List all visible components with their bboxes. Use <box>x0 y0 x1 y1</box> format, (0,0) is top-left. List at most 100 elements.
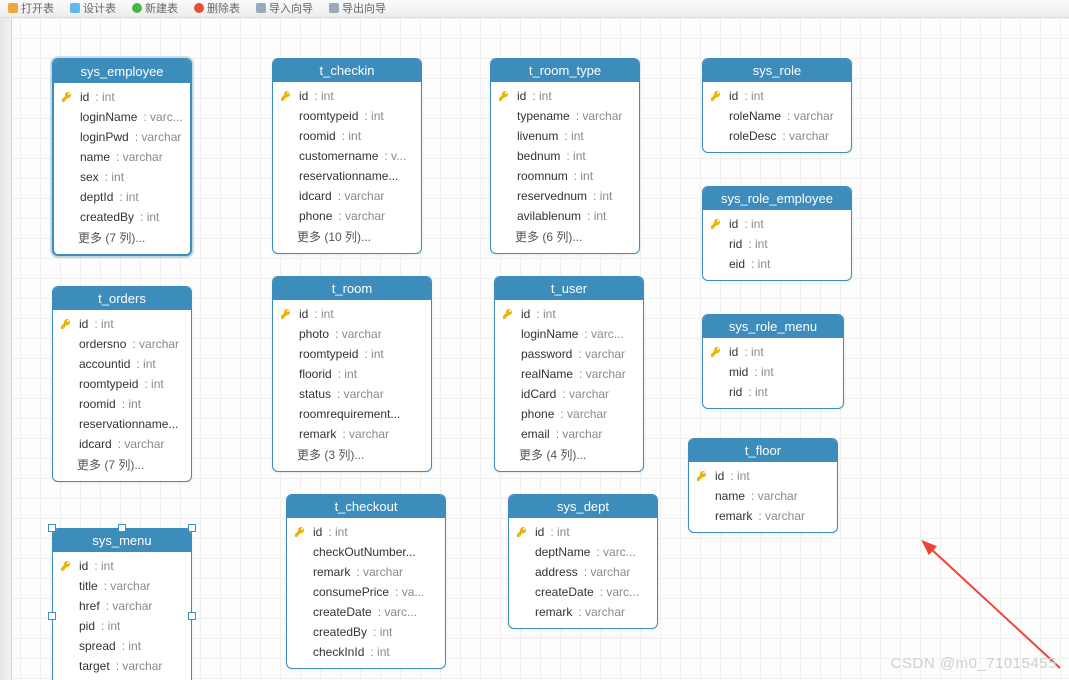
more-columns[interactable]: 更多 (7 列)... <box>54 227 190 248</box>
field-row[interactable]: icon: varchar <box>53 676 191 680</box>
field-row[interactable]: roomrequirement... <box>273 404 431 424</box>
field-row[interactable]: reservationname... <box>273 166 421 186</box>
field-row[interactable]: href: varchar <box>53 596 191 616</box>
field-row[interactable]: mid: int <box>703 362 843 382</box>
field-row[interactable]: phone: varchar <box>495 404 643 424</box>
field-row[interactable]: realName: varchar <box>495 364 643 384</box>
field-row[interactable]: createdBy: int <box>54 207 190 227</box>
table-t_room_type[interactable]: t_room_typeid: inttypename: varcharliven… <box>490 58 640 254</box>
toolbar-delete[interactable]: 删除表 <box>190 0 244 16</box>
field-row[interactable]: address: varchar <box>509 562 657 582</box>
field-row[interactable]: reservationname... <box>53 414 191 434</box>
field-row[interactable]: typename: varchar <box>491 106 639 126</box>
field-row[interactable]: name: varchar <box>689 486 837 506</box>
field-row[interactable]: deptName: varc... <box>509 542 657 562</box>
more-columns[interactable]: 更多 (6 列)... <box>491 226 639 247</box>
field-row[interactable]: roomtypeid: int <box>53 374 191 394</box>
field-row[interactable]: consumePrice: va... <box>287 582 445 602</box>
field-row[interactable]: loginPwd: varchar <box>54 127 190 147</box>
field-row[interactable]: rid: int <box>703 234 851 254</box>
field-row[interactable]: target: varchar <box>53 656 191 676</box>
table-t_user[interactable]: t_user id: intloginName: varc...password:… <box>494 276 644 472</box>
table-header[interactable]: sys_role_employee <box>703 187 851 210</box>
table-header[interactable]: t_checkin <box>273 59 421 82</box>
table-t_checkout[interactable]: t_checkout id: intcheckOutNumber...remark… <box>286 494 446 669</box>
field-row[interactable]: password: varchar <box>495 344 643 364</box>
field-row[interactable]: createDate: varc... <box>287 602 445 622</box>
field-row[interactable]: avilablenum: int <box>491 206 639 226</box>
field-row[interactable]: loginName: varc... <box>495 324 643 344</box>
resize-handle[interactable] <box>188 524 196 532</box>
field-row[interactable]: roleDesc: varchar <box>703 126 851 146</box>
field-row[interactable]: roleName: varchar <box>703 106 851 126</box>
field-row[interactable]: idcard: varchar <box>53 434 191 454</box>
table-header[interactable]: t_orders <box>53 287 191 310</box>
field-row[interactable]: remark: varchar <box>689 506 837 526</box>
field-row[interactable]: roomnum: int <box>491 166 639 186</box>
field-row[interactable]: eid: int <box>703 254 851 274</box>
field-row[interactable]: roomtypeid: int <box>273 106 421 126</box>
table-t_room[interactable]: t_roomid: intphoto: varcharroomtypeid: i… <box>272 276 432 472</box>
field-row[interactable]: createDate: varc... <box>509 582 657 602</box>
table-header[interactable]: sys_menu <box>53 529 191 552</box>
table-header[interactable]: t_room <box>273 277 431 300</box>
resize-handle[interactable] <box>48 612 56 620</box>
table-header[interactable]: t_user <box>495 277 643 300</box>
toolbar-export[interactable]: 导出向导 <box>325 0 390 16</box>
more-columns[interactable]: 更多 (10 列)... <box>273 226 421 247</box>
field-row[interactable]: bednum: int <box>491 146 639 166</box>
table-header[interactable]: t_checkout <box>287 495 445 518</box>
field-row[interactable]: accountid: int <box>53 354 191 374</box>
field-row[interactable]: id: int <box>54 87 190 107</box>
table-t_floor[interactable]: t_floorid: intname: varcharremark: varch… <box>688 438 838 533</box>
field-row[interactable]: roomid: int <box>273 126 421 146</box>
table-header[interactable]: sys_dept <box>509 495 657 518</box>
field-row[interactable]: checkOutNumber... <box>287 542 445 562</box>
field-row[interactable]: sex: int <box>54 167 190 187</box>
table-sys_role[interactable]: sys_roleid: introleName: varcharroleDesc… <box>702 58 852 153</box>
field-row[interactable]: id: int <box>273 86 421 106</box>
field-row[interactable]: remark: varchar <box>287 562 445 582</box>
more-columns[interactable]: 更多 (3 列)... <box>273 444 431 465</box>
field-row[interactable]: status: varchar <box>273 384 431 404</box>
table-sys_role_menu[interactable]: sys_role_menuid: intmid: intrid: int <box>702 314 844 409</box>
diagram-canvas[interactable]: CSDN @m0_71015455 sys_employeeid: intlog… <box>0 18 1069 680</box>
field-row[interactable]: id: int <box>495 304 643 324</box>
field-row[interactable]: email: varchar <box>495 424 643 444</box>
field-row[interactable]: id: int <box>53 556 191 576</box>
toolbar-new[interactable]: 新建表 <box>128 0 182 16</box>
field-row[interactable]: id: int <box>689 466 837 486</box>
toolbar-open[interactable]: 打开表 <box>4 0 58 16</box>
field-row[interactable]: spread: int <box>53 636 191 656</box>
field-row[interactable]: createdBy: int <box>287 622 445 642</box>
field-row[interactable]: id: int <box>287 522 445 542</box>
field-row[interactable]: id: int <box>509 522 657 542</box>
table-sys_menu[interactable]: sys_menu id: inttitle: varcharhref: varch… <box>52 528 192 680</box>
more-columns[interactable]: 更多 (4 列)... <box>495 444 643 465</box>
field-row[interactable]: id: int <box>703 86 851 106</box>
field-row[interactable]: id: int <box>703 214 851 234</box>
table-sys_dept[interactable]: sys_dept id: intdeptName: varc...address:… <box>508 494 658 629</box>
field-row[interactable]: roomid: int <box>53 394 191 414</box>
table-t_orders[interactable]: t_orders id: intordersno: varcharaccounti… <box>52 286 192 482</box>
field-row[interactable]: livenum: int <box>491 126 639 146</box>
field-row[interactable]: phone: varchar <box>273 206 421 226</box>
field-row[interactable]: ordersno: varchar <box>53 334 191 354</box>
field-row[interactable]: id: int <box>53 314 191 334</box>
table-sys_employee[interactable]: sys_employeeid: intloginName: varc...log… <box>52 58 192 256</box>
field-row[interactable]: floorid: int <box>273 364 431 384</box>
field-row[interactable]: id: int <box>273 304 431 324</box>
table-header[interactable]: sys_employee <box>54 60 190 83</box>
field-row[interactable]: customername: v... <box>273 146 421 166</box>
field-row[interactable]: id: int <box>703 342 843 362</box>
field-row[interactable]: remark: varchar <box>509 602 657 622</box>
resize-handle[interactable] <box>188 612 196 620</box>
field-row[interactable]: rid: int <box>703 382 843 402</box>
more-columns[interactable]: 更多 (7 列)... <box>53 454 191 475</box>
table-t_checkin[interactable]: t_checkin id: introomtypeid: introomid: i… <box>272 58 422 254</box>
field-row[interactable]: title: varchar <box>53 576 191 596</box>
field-row[interactable]: checkInId: int <box>287 642 445 662</box>
field-row[interactable]: name: varchar <box>54 147 190 167</box>
field-row[interactable]: reservednum: int <box>491 186 639 206</box>
field-row[interactable]: roomtypeid: int <box>273 344 431 364</box>
